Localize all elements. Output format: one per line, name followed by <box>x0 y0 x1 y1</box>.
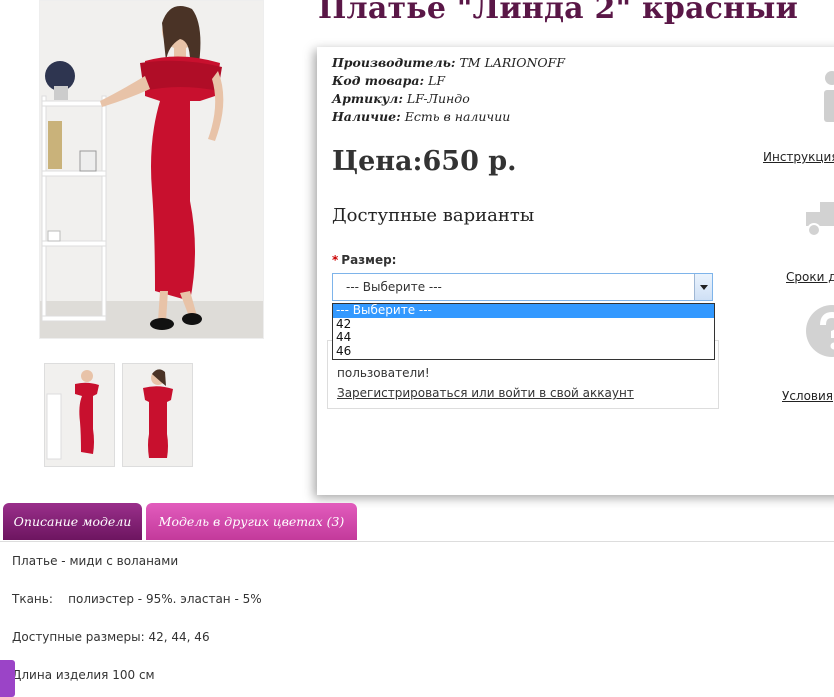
size-option[interactable]: 46 <box>333 344 714 359</box>
tab-other-colors[interactable]: Модель в других цветах (3) <box>146 503 357 540</box>
product-thumbnail[interactable] <box>122 363 193 467</box>
size-select-value: --- Выберите --- <box>346 280 442 294</box>
article-label: Артикул: <box>332 91 403 106</box>
availability-label: Наличие: <box>332 109 401 124</box>
product-thumbnail[interactable] <box>44 363 115 467</box>
info-icon <box>806 70 834 122</box>
description-line: Ткань: полиэстер - 95%. эластан - 5% <box>12 592 262 606</box>
size-dropdown-list[interactable]: --- Выберите --- 42 44 46 <box>332 303 715 360</box>
side-widget-tab[interactable] <box>0 660 15 697</box>
dress-thumbnail-image <box>123 364 192 466</box>
terms-link[interactable]: Условия <box>782 389 833 403</box>
question-icon <box>806 305 834 357</box>
size-select[interactable]: --- Выберите --- <box>332 273 713 301</box>
manufacturer-value: ТМ LARIONOFF <box>459 55 566 70</box>
description-line: Длина изделия 100 см <box>12 668 155 682</box>
product-price: Цена:650 р. <box>332 146 517 177</box>
tab-description[interactable]: Описание модели <box>3 503 142 540</box>
size-option[interactable]: 44 <box>333 330 714 345</box>
description-line: Платье - миди с воланами <box>12 554 179 568</box>
availability-value: Есть в наличии <box>404 109 511 124</box>
product-code-label: Код товара: <box>332 73 425 88</box>
size-label: * Размер: <box>332 253 396 267</box>
required-mark: * <box>332 253 339 267</box>
instruction-link[interactable]: Инструкция <box>763 150 834 164</box>
product-title: Платье "Линда 2" красный <box>318 0 799 26</box>
dress-thumbnail-image <box>45 364 114 466</box>
availability-row: Наличие: Есть в наличии <box>332 109 510 124</box>
article-value: LF-Линдо <box>406 91 470 106</box>
article-row: Артикул: LF-Линдо <box>332 91 470 106</box>
manufacturer-row: Производитель: ТМ LARIONOFF <box>332 55 565 70</box>
delivery-terms-link[interactable]: Сроки до <box>786 270 834 284</box>
manufacturer-label: Производитель: <box>332 55 456 70</box>
chevron-down-icon[interactable] <box>694 274 712 300</box>
description-line: Доступные размеры: 42, 44, 46 <box>12 630 210 644</box>
product-code-value: LF <box>428 73 446 88</box>
login-prompt-text: пользователи! <box>337 366 430 380</box>
product-main-photo[interactable] <box>39 0 264 339</box>
dress-photo-image <box>40 1 263 338</box>
variants-title: Доступные варианты <box>332 205 535 226</box>
register-login-link[interactable]: Зарегистрироваться или войти в свой акка… <box>337 386 634 400</box>
size-option[interactable]: 42 <box>333 317 714 332</box>
size-option[interactable]: --- Выберите --- <box>333 303 714 318</box>
size-label-text: Размер: <box>341 253 397 267</box>
truck-icon <box>806 192 834 244</box>
product-code-row: Код товара: LF <box>332 73 445 88</box>
